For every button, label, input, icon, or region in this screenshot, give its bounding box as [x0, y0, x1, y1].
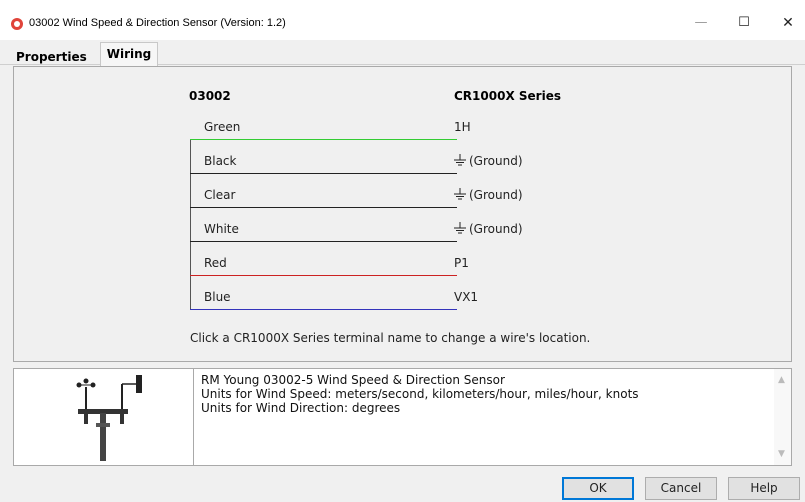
- logger-header: CR1000X Series: [454, 89, 561, 103]
- info-panel: RM Young 03002-5 Wind Speed & Direction …: [13, 368, 792, 466]
- info-scrollbar[interactable]: ▲ ▼: [774, 369, 791, 465]
- wire-line-black: [190, 173, 457, 174]
- sensor-image: [14, 369, 194, 465]
- wire-line-white: [190, 241, 457, 242]
- ground-icon: [454, 188, 466, 200]
- ok-button[interactable]: OK: [562, 477, 634, 500]
- wire-line-red: [190, 275, 457, 276]
- close-button[interactable]: ✕: [765, 8, 805, 38]
- terminal-label[interactable]: (Ground): [469, 154, 523, 168]
- terminal-label[interactable]: (Ground): [469, 188, 523, 202]
- terminal-black[interactable]: (Ground): [454, 154, 523, 168]
- wire-bracket: [190, 139, 191, 309]
- wire-name-green: Green: [204, 120, 241, 134]
- ground-icon: [454, 222, 466, 234]
- app-icon: [11, 18, 23, 30]
- wiring-hint: Click a CR1000X Series terminal name to …: [190, 331, 591, 345]
- wire-line-green: [190, 139, 457, 140]
- wire-name-blue: Blue: [204, 290, 231, 304]
- terminal-label[interactable]: P1: [454, 256, 469, 270]
- terminal-red[interactable]: P1: [454, 256, 469, 270]
- tab-strip: Properties Wiring: [0, 40, 805, 67]
- tab-properties[interactable]: Properties: [12, 48, 91, 67]
- description-line: Units for Wind Speed: meters/second, kil…: [201, 387, 639, 401]
- terminal-white[interactable]: (Ground): [454, 222, 523, 236]
- wire-name-clear: Clear: [204, 188, 236, 202]
- scroll-up-icon[interactable]: ▲: [778, 375, 785, 385]
- terminal-label[interactable]: (Ground): [469, 222, 523, 236]
- wiring-panel: 03002 CR1000X Series Green 1H Black (Ground…: [13, 66, 792, 362]
- wind-sensor-icon: [76, 375, 142, 461]
- window-title: 03002 Wind Speed & Direction Sensor (Ver…: [29, 17, 286, 29]
- wire-name-red: Red: [204, 256, 227, 270]
- sensor-description: RM Young 03002-5 Wind Speed & Direction …: [201, 373, 639, 415]
- terminal-label[interactable]: VX1: [454, 290, 478, 304]
- terminal-label[interactable]: 1H: [454, 120, 471, 134]
- help-button[interactable]: Help: [728, 477, 800, 500]
- description-line: Units for Wind Direction: degrees: [201, 401, 401, 415]
- cancel-button[interactable]: Cancel: [645, 477, 717, 500]
- title-bar: 03002 Wind Speed & Direction Sensor (Ver…: [0, 0, 805, 40]
- minimize-button[interactable]: —: [678, 8, 724, 38]
- wire-name-black: Black: [204, 154, 237, 168]
- terminal-blue[interactable]: VX1: [454, 290, 478, 304]
- tab-wiring[interactable]: Wiring: [100, 42, 158, 66]
- wire-line-blue: [190, 309, 457, 310]
- wire-line-clear: [190, 207, 457, 208]
- terminal-clear[interactable]: (Ground): [454, 188, 523, 202]
- terminal-green[interactable]: 1H: [454, 120, 471, 134]
- ground-icon: [454, 154, 466, 166]
- sensor-header: 03002: [189, 89, 231, 103]
- wire-name-white: White: [204, 222, 239, 236]
- maximize-button[interactable]: ☐: [721, 8, 767, 38]
- scroll-down-icon[interactable]: ▼: [778, 449, 785, 459]
- description-line: RM Young 03002-5 Wind Speed & Direction …: [201, 373, 505, 387]
